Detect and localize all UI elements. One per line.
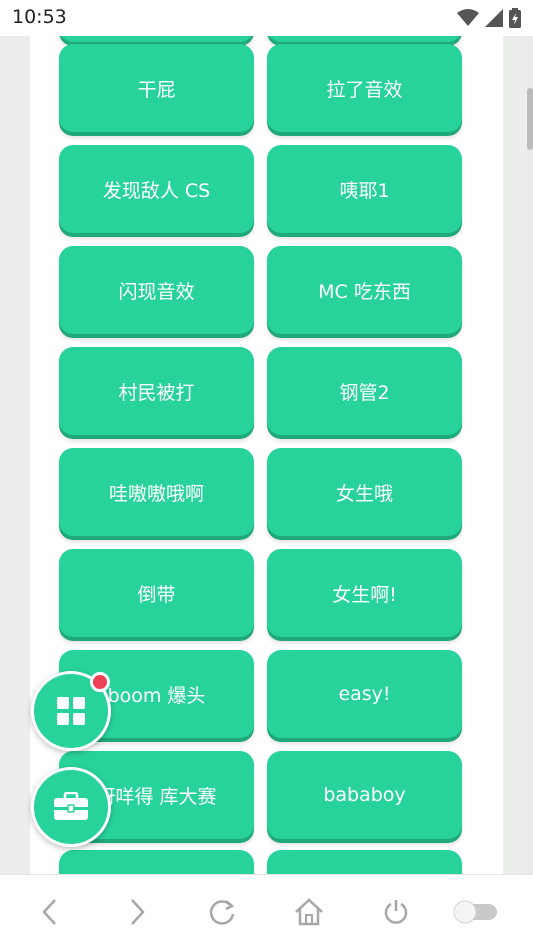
- toolbox-fab[interactable]: [31, 767, 111, 847]
- status-bar: 10:53: [0, 0, 533, 36]
- status-icons: [457, 8, 521, 28]
- sound-button-partial[interactable]: [59, 36, 254, 42]
- home-button[interactable]: [292, 895, 326, 929]
- sound-board-panel: 干屁 拉了音效 发现敌人 CS 咦耶1 闪现音效 MC 吃东西 村民被打 钢管2…: [30, 36, 503, 874]
- sound-button[interactable]: 村民被打: [59, 347, 254, 435]
- sound-button[interactable]: 发现敌人 CS: [59, 145, 254, 233]
- signal-icon: [485, 9, 503, 27]
- mode-toggle[interactable]: [450, 895, 500, 929]
- refresh-button[interactable]: [206, 895, 240, 929]
- forward-icon: [131, 899, 145, 925]
- sound-button[interactable]: 咦耶1: [267, 145, 462, 233]
- bottom-nav-bar: [0, 874, 533, 949]
- forward-button[interactable]: [120, 895, 154, 929]
- sound-button[interactable]: 女生哦: [267, 448, 462, 536]
- sound-button[interactable]: 哇嗷嗷哦啊: [59, 448, 254, 536]
- sound-button-partial[interactable]: [267, 36, 462, 42]
- sound-button-partial[interactable]: [59, 850, 254, 874]
- sound-button[interactable]: 女生啊!: [267, 549, 462, 637]
- notification-badge: [90, 672, 110, 692]
- scrollbar-thumb[interactable]: [527, 88, 533, 150]
- sound-button[interactable]: 钢管2: [267, 347, 462, 435]
- toggle-switch: [453, 900, 497, 924]
- wifi-icon: [457, 9, 479, 26]
- back-button[interactable]: [33, 895, 67, 929]
- back-icon: [42, 899, 56, 925]
- scrollbar-track[interactable]: [527, 36, 533, 874]
- status-time: 10:53: [12, 6, 67, 28]
- sound-button[interactable]: 拉了音效: [267, 44, 462, 132]
- sound-button[interactable]: 倒带: [59, 549, 254, 637]
- power-icon: [384, 900, 408, 924]
- home-icon: [295, 898, 323, 926]
- sound-button[interactable]: MC 吃东西: [267, 246, 462, 334]
- power-button[interactable]: [379, 895, 413, 929]
- refresh-icon: [209, 900, 235, 925]
- sound-button[interactable]: easy!: [267, 650, 462, 738]
- sound-button[interactable]: 闪现音效: [59, 246, 254, 334]
- sound-button-partial[interactable]: [267, 850, 462, 874]
- toolbox-icon: [54, 792, 88, 820]
- apps-fab[interactable]: [31, 671, 111, 751]
- apps-grid-icon: [57, 697, 85, 725]
- sound-button[interactable]: bababoy: [267, 751, 462, 839]
- battery-icon: [509, 8, 521, 28]
- sound-button[interactable]: 干屁: [59, 44, 254, 132]
